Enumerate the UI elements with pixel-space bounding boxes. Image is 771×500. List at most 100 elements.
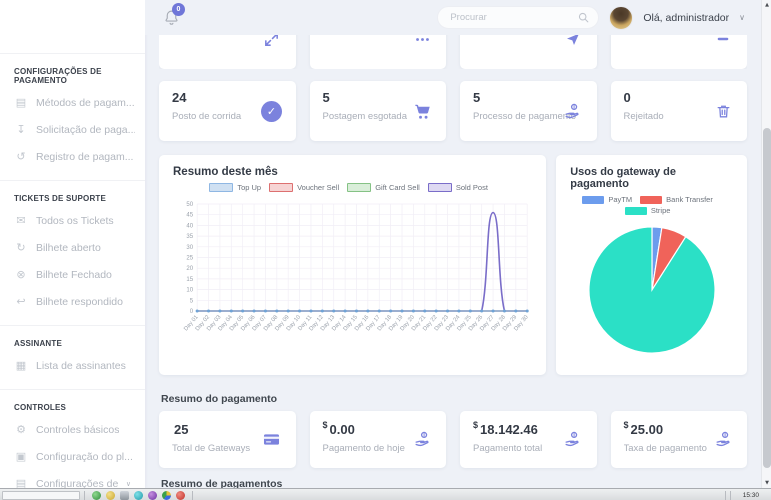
legend-swatch bbox=[625, 207, 647, 215]
sidebar-item-answered-ticket[interactable]: ↩ Bilhete respondido bbox=[0, 288, 145, 315]
payment-card-total: $18.142.46 Pagamento total bbox=[460, 411, 597, 468]
legend-label: Top Up bbox=[237, 183, 261, 192]
legend-item[interactable]: Gift Card Sell bbox=[347, 183, 420, 192]
taskbar-app-icon-4[interactable] bbox=[134, 491, 143, 500]
legend-swatch bbox=[269, 183, 293, 192]
notifications-button[interactable]: 0 bbox=[163, 9, 181, 27]
taskbar: 15:30 bbox=[0, 488, 771, 500]
taskbar-separator bbox=[725, 491, 726, 500]
stat-card-rejected: 0 Rejeitado bbox=[611, 81, 748, 141]
hold-bar-icon bbox=[712, 35, 734, 50]
sidebar-section-controls: CONTROLES ⚙ Controles básicos ▣ Configur… bbox=[0, 389, 145, 488]
stat-card-sold-out-post: 5 Postagem esgotada bbox=[310, 81, 447, 141]
spinner-icon: ↻ bbox=[14, 241, 28, 254]
sidebar-item-all-tickets[interactable]: ✉ Todos os Tickets bbox=[0, 207, 145, 234]
legend-label: Voucher Sell bbox=[297, 183, 339, 192]
svg-text:30: 30 bbox=[186, 245, 193, 251]
payment-value: 25 bbox=[174, 422, 188, 437]
legend-item[interactable]: Voucher Sell bbox=[269, 183, 339, 192]
legend-item[interactable]: Sold Post bbox=[428, 183, 488, 192]
legend-item[interactable]: PayTM bbox=[582, 195, 632, 204]
user-menu[interactable]: Olá, administrador bbox=[643, 12, 729, 24]
search-box bbox=[437, 6, 599, 29]
legend-item[interactable]: Top Up bbox=[209, 183, 261, 192]
payment-value: 0.00 bbox=[330, 422, 355, 437]
pending-dots-icon bbox=[411, 35, 433, 50]
scrollbar-thumb[interactable] bbox=[763, 128, 771, 468]
payment-summary-row: 25 Total de Gateways $0.00 Pagamento de … bbox=[159, 411, 747, 468]
pie-slice-stripe[interactable] bbox=[589, 227, 715, 353]
dashboard-content: Total de postagens Postagem pendente bbox=[145, 35, 761, 488]
cart-icon bbox=[411, 100, 433, 122]
sidebar-logo-area bbox=[0, 0, 145, 54]
sidebar-item-plugin-config[interactable]: ▣ Configuração do pl... bbox=[0, 443, 145, 470]
hand-money-icon bbox=[712, 429, 734, 451]
taskbar-separator bbox=[730, 491, 731, 500]
sidebar-section-support-tickets: TICKETS DE SUPORTE ✉ Todos os Tickets ↻ … bbox=[0, 180, 145, 319]
stat-card-hold-post: Reter postagem bbox=[611, 35, 748, 69]
line-chart-legend: Top Up Voucher Sell Gift Card Sell Sold Pos… bbox=[173, 183, 532, 194]
svg-text:15: 15 bbox=[186, 277, 193, 283]
svg-text:45: 45 bbox=[186, 213, 193, 219]
sidebar-item-payment-log[interactable]: ↺ Registro de pagam... bbox=[0, 143, 145, 170]
legend-swatch bbox=[582, 196, 604, 204]
download-icon: ↧ bbox=[14, 123, 28, 136]
taskbar-app-icon-3[interactable] bbox=[120, 491, 129, 500]
hand-money-icon bbox=[562, 429, 584, 451]
search-input[interactable] bbox=[437, 6, 599, 29]
scroll-up-arrow[interactable]: ▲ bbox=[762, 0, 771, 10]
stat-card-pending-post: Postagem pendente bbox=[310, 35, 447, 69]
vertical-scrollbar[interactable]: ▲ ▼ bbox=[761, 0, 771, 488]
currency-symbol: $ bbox=[473, 420, 478, 430]
taskbar-app-icon-5[interactable] bbox=[148, 491, 157, 500]
svg-text:20: 20 bbox=[186, 266, 193, 272]
taskbar-app-icon-2[interactable] bbox=[106, 491, 115, 500]
sidebar-item-basic-controls[interactable]: ⚙ Controles básicos bbox=[0, 416, 145, 443]
svg-text:5: 5 bbox=[190, 298, 194, 304]
dashboard-app: CONFIGURAÇÕES DE PAGAMENTO ▤ Métodos de … bbox=[0, 0, 771, 500]
sidebar-item-subscriber-list[interactable]: ▦ Lista de assinantes bbox=[0, 352, 145, 379]
legend-label: Stripe bbox=[651, 206, 671, 215]
chevron-down-icon[interactable]: ∨ bbox=[739, 13, 745, 22]
scroll-down-arrow[interactable]: ▼ bbox=[762, 478, 771, 488]
user-avatar[interactable] bbox=[609, 6, 633, 30]
payment-card-fee: $25.00 Taxa de pagamento bbox=[611, 411, 748, 468]
sidebar-item-payment-request[interactable]: ↧ Solicitação de paga... bbox=[0, 116, 145, 143]
payment-card-today: $0.00 Pagamento de hoje bbox=[310, 411, 447, 468]
legend-swatch bbox=[428, 183, 452, 192]
currency-symbol: $ bbox=[624, 420, 629, 430]
taskbar-separator bbox=[192, 491, 193, 500]
taskbar-clock: 15:30 bbox=[735, 491, 767, 499]
sidebar-section-heading: CONFIGURAÇÕES DE PAGAMENTO bbox=[0, 54, 145, 89]
reply-icon: ↩ bbox=[14, 295, 28, 308]
taskbar-app-icon-6[interactable] bbox=[162, 491, 171, 500]
sidebar-item-email-config[interactable]: ▤ Configurações de e... ∨ bbox=[0, 470, 145, 488]
monthly-summary-chart-card: Resumo deste mês Top UpVoucher SellGift … bbox=[159, 155, 546, 375]
stats-row-top-clip: Total de postagens Postagem pendente bbox=[159, 35, 747, 69]
payment-summary-heading: Resumo do pagamento bbox=[161, 393, 745, 405]
taskbar-start-area[interactable] bbox=[2, 491, 80, 500]
sidebar-item-payment-methods[interactable]: ▤ Métodos de pagam... bbox=[0, 89, 145, 116]
legend-item[interactable]: Stripe bbox=[625, 206, 671, 215]
payment-card-total-gateways: 25 Total de Gateways bbox=[159, 411, 296, 468]
sidebar-item-closed-ticket[interactable]: ⊗ Bilhete Fechado bbox=[0, 261, 145, 288]
expand-arrows-icon bbox=[261, 35, 283, 50]
currency-symbol: $ bbox=[323, 420, 328, 430]
pie-chart-legend: PayTM Bank Transfer Stripe bbox=[572, 195, 732, 217]
svg-text:25: 25 bbox=[186, 256, 193, 262]
topbar: 0 Olá, administrador ∨ bbox=[145, 0, 761, 35]
legend-label: Sold Post bbox=[456, 183, 488, 192]
taskbar-app-icon-1[interactable] bbox=[92, 491, 101, 500]
sidebar-item-open-ticket[interactable]: ↻ Bilhete aberto bbox=[0, 234, 145, 261]
credit-card-icon bbox=[261, 429, 283, 451]
legend-item[interactable]: Bank Transfer bbox=[640, 195, 713, 204]
taskbar-app-icon-7[interactable] bbox=[176, 491, 185, 500]
legend-swatch bbox=[640, 196, 662, 204]
list-grid-icon: ▦ bbox=[14, 359, 28, 372]
search-icon[interactable] bbox=[577, 11, 590, 24]
mail-settings-icon: ▤ bbox=[14, 477, 28, 488]
pie-chart bbox=[586, 219, 718, 357]
svg-text:40: 40 bbox=[186, 223, 193, 229]
sidebar-section-payment-config: CONFIGURAÇÕES DE PAGAMENTO ▤ Métodos de … bbox=[0, 54, 145, 174]
hand-money-icon bbox=[411, 429, 433, 451]
